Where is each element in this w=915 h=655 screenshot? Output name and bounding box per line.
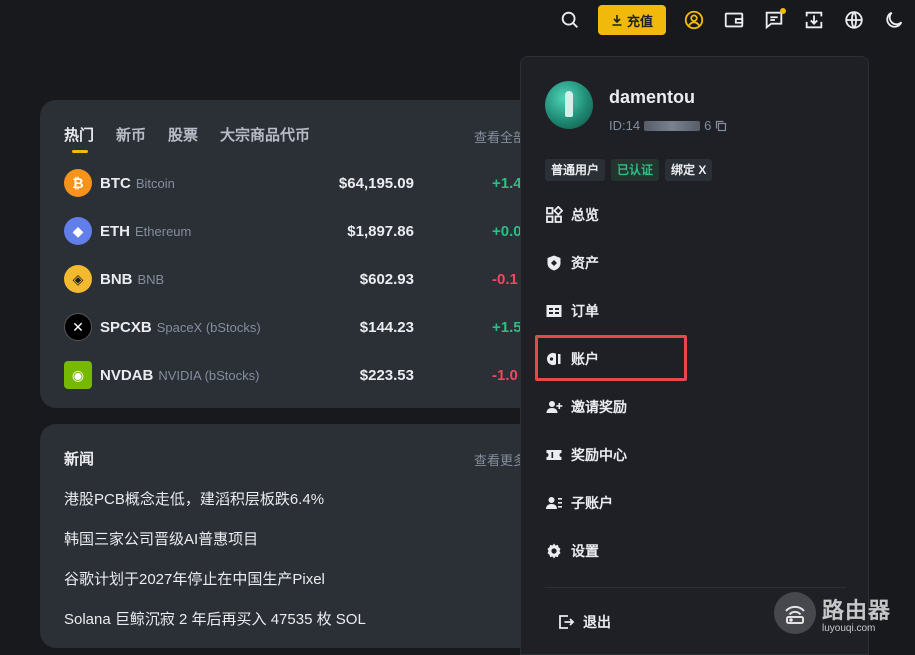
assets-icon bbox=[547, 255, 561, 271]
coin-symbol: SPCXB bbox=[100, 318, 152, 336]
account-dropdown: damentou ID:14 6 普通用户 已认证 绑定 X 总览 资产 订单 … bbox=[520, 56, 869, 655]
badge-verified: 已认证 bbox=[611, 159, 660, 181]
news-item[interactable]: 谷歌计划于2027年停止在中国生产Pixel bbox=[64, 568, 325, 589]
coin-price: $144.23 bbox=[359, 318, 414, 336]
menu-item-label: 设置 bbox=[571, 543, 599, 559]
user-id-mask bbox=[644, 120, 701, 131]
user-id-prefix: ID:14 bbox=[609, 118, 641, 133]
tab-commodities[interactable]: 大宗商品代币 bbox=[220, 124, 310, 145]
coin-name: NVIDIA (bStocks) bbox=[158, 367, 260, 383]
menu-item-label: 订单 bbox=[571, 303, 599, 319]
news-item[interactable]: 港股PCB概念走低，建滔积层板跌6.4% bbox=[64, 488, 324, 509]
badge-regular-user: 普通用户 bbox=[545, 159, 606, 181]
logout-label: 退出 bbox=[583, 614, 611, 630]
coin-row[interactable]: ◈ BNB BNB $602.93 -0.1 bbox=[64, 255, 564, 303]
sub-account-icon bbox=[546, 497, 562, 509]
menu-item-label: 资产 bbox=[571, 255, 599, 271]
settings-icon bbox=[547, 543, 561, 559]
menu-item-sub-account[interactable]: 子账户 bbox=[545, 483, 845, 523]
menu-item-overview[interactable]: 总览 bbox=[545, 195, 845, 235]
coin-row[interactable]: ◉ NVDAB NVIDIA (bStocks) $223.53 -1.0 bbox=[64, 351, 564, 399]
news-title: 新闻 bbox=[64, 451, 95, 468]
menu-item-label: 邀请奖励 bbox=[571, 399, 627, 415]
coin-name: Ethereum bbox=[135, 223, 192, 239]
download-icon[interactable] bbox=[802, 8, 826, 32]
eth-logo-icon: ◆ bbox=[64, 217, 92, 245]
dashboard-icon bbox=[546, 206, 563, 223]
download-arrow-icon bbox=[612, 15, 622, 26]
messages-icon[interactable] bbox=[762, 8, 786, 32]
coin-symbol: BTC bbox=[100, 174, 131, 192]
badge-bind-x[interactable]: 绑定 X bbox=[665, 159, 713, 181]
coin-change: +1.4 bbox=[492, 174, 522, 192]
user-id: ID:14 6 bbox=[609, 118, 727, 133]
menu-item-label: 总览 bbox=[571, 207, 599, 223]
username: damentou bbox=[609, 87, 696, 107]
reward-icon bbox=[546, 450, 562, 460]
coin-price: $64,195.09 bbox=[338, 174, 414, 192]
coin-symbol: NVDAB bbox=[100, 366, 154, 384]
menu-item-orders[interactable]: 订单 bbox=[545, 291, 845, 331]
nvidia-logo-icon: ◉ bbox=[64, 361, 92, 389]
coin-name: BNB bbox=[137, 271, 165, 287]
menu-item-reward-center[interactable]: 奖励中心 bbox=[545, 435, 845, 475]
theme-toggle-icon[interactable] bbox=[882, 8, 906, 32]
search-icon[interactable] bbox=[558, 8, 582, 32]
router-logo-icon bbox=[774, 592, 816, 634]
watermark-name: 路由器 bbox=[822, 597, 892, 623]
coin-price: $1,897.86 bbox=[347, 222, 414, 240]
user-badges: 普通用户 已认证 绑定 X bbox=[545, 159, 713, 181]
user-id-suffix: 6 bbox=[704, 118, 712, 133]
tab-hot[interactable]: 热门 bbox=[64, 124, 94, 153]
menu-item-label: 奖励中心 bbox=[571, 447, 627, 463]
menu-item-settings[interactable]: 设置 bbox=[545, 531, 845, 571]
news-card: 新闻 查看更多 港股PCB概念走低，建滔积层板跌6.4% 韩国三家公司晋级AI普… bbox=[40, 424, 560, 648]
view-all-link[interactable]: 查看全部 bbox=[474, 127, 526, 146]
menu-item-assets[interactable]: 资产 bbox=[545, 243, 845, 283]
coin-row[interactable]: ◆ ETH Ethereum $1,897.86 +0.0 bbox=[64, 207, 564, 255]
news-item[interactable]: Solana 巨鲸沉寂 2 年后再买入 47535 枚 SOL bbox=[64, 608, 366, 629]
market-tabs: 热门 新币 股票 大宗商品代币 bbox=[64, 124, 310, 153]
user-icon[interactable] bbox=[682, 8, 706, 32]
watermark: 路由器 luyouqi.com bbox=[774, 592, 891, 634]
coin-row[interactable]: ✕ SPCXB SpaceX (bStocks) $144.23 +1.5 bbox=[64, 303, 564, 351]
btc-logo-icon: ₿ bbox=[64, 169, 92, 197]
coin-name: Bitcoin bbox=[135, 175, 175, 191]
notification-dot bbox=[780, 8, 786, 14]
coin-name: SpaceX (bStocks) bbox=[156, 319, 261, 335]
coin-change: +1.5 bbox=[492, 318, 522, 336]
logout-icon bbox=[559, 615, 575, 629]
orders-icon bbox=[546, 305, 562, 317]
coin-symbol: ETH bbox=[100, 222, 130, 240]
coin-price: $223.53 bbox=[359, 366, 414, 384]
coin-change: -0.1 bbox=[492, 270, 518, 288]
menu-item-label: 子账户 bbox=[571, 495, 613, 511]
menu-item-referral[interactable]: 邀请奖励 bbox=[545, 387, 845, 427]
copy-icon[interactable] bbox=[715, 120, 727, 132]
coin-row[interactable]: ₿ BTC Bitcoin $64,195.09 +1.4 bbox=[64, 159, 564, 207]
coin-price: $602.93 bbox=[359, 270, 414, 288]
deposit-button[interactable]: 充值 bbox=[598, 5, 666, 35]
wallet-icon[interactable] bbox=[722, 8, 746, 32]
globe-icon[interactable] bbox=[842, 8, 866, 32]
top-bar: 充值 bbox=[0, 0, 915, 40]
news-item[interactable]: 韩国三家公司晋级AI普惠项目 bbox=[64, 528, 258, 549]
market-card: 热门 新币 股票 大宗商品代币 查看全部 ₿ BTC Bitcoin $64,1… bbox=[40, 100, 560, 408]
coin-symbol: BNB bbox=[100, 270, 133, 288]
deposit-label: 充值 bbox=[626, 13, 653, 29]
bnb-logo-icon: ◈ bbox=[64, 265, 92, 293]
referral-icon bbox=[546, 401, 563, 413]
tab-new[interactable]: 新币 bbox=[116, 124, 146, 145]
news-more-link[interactable]: 查看更多 bbox=[474, 450, 526, 469]
menu-divider bbox=[545, 587, 846, 588]
spacex-logo-icon: ✕ bbox=[64, 313, 92, 341]
tab-stocks[interactable]: 股票 bbox=[168, 124, 198, 145]
highlight-box bbox=[535, 335, 687, 381]
coin-change: -1.0 bbox=[492, 366, 518, 384]
watermark-url: luyouqi.com bbox=[822, 622, 876, 634]
avatar bbox=[545, 81, 593, 129]
coin-change: +0.0 bbox=[492, 222, 522, 240]
